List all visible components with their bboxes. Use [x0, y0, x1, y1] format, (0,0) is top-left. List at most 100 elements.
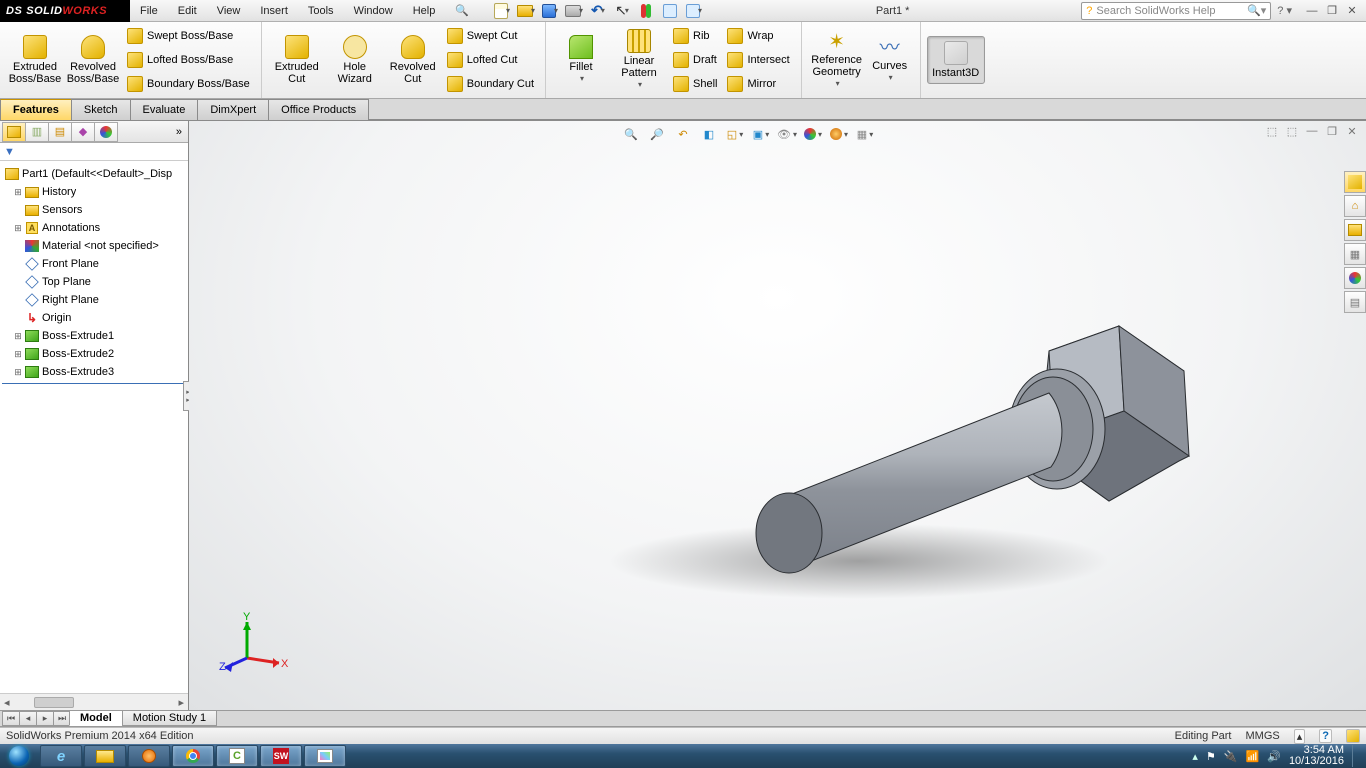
draft-button[interactable]: Draft — [668, 49, 722, 71]
taskbar-explorer-button[interactable] — [84, 745, 126, 767]
tree-front-plane[interactable]: Front Plane — [2, 255, 188, 273]
expand-icon[interactable]: ⊞ — [12, 349, 24, 360]
qat-rebuild-button[interactable] — [636, 2, 656, 20]
hud-zoom-area-button[interactable]: 🔎 — [646, 124, 668, 144]
tree-boss-extrude1[interactable]: ⊞Boss-Extrude1 — [2, 327, 188, 345]
tree-sensors[interactable]: Sensors — [2, 201, 188, 219]
hud-prev-view-button[interactable]: ↶ — [672, 124, 694, 144]
menu-tools[interactable]: Tools — [298, 0, 344, 22]
qat-print-button[interactable]: ▾ — [564, 2, 584, 20]
tray-show-hidden-icon[interactable]: ▴ — [1192, 750, 1198, 763]
qat-save-button[interactable]: ▾ — [540, 2, 560, 20]
taskpane-custom-props-tab[interactable]: ▤ — [1344, 291, 1366, 313]
intersect-button[interactable]: Intersect — [722, 49, 794, 71]
wrap-button[interactable]: Wrap — [722, 25, 794, 47]
status-customize-icon[interactable]: ▴ — [1294, 729, 1306, 744]
qat-options-button[interactable] — [660, 2, 680, 20]
revolved-boss-button[interactable]: Revolved Boss/Base — [64, 30, 122, 90]
taskbar-solidworks-button[interactable]: SW — [260, 745, 302, 767]
tray-network-icon[interactable]: 📶 — [1246, 750, 1260, 763]
menu-file[interactable]: File — [130, 0, 168, 22]
fm-tabs-more[interactable]: » — [170, 126, 188, 138]
taskpane-appearances-tab[interactable] — [1344, 267, 1366, 289]
tray-flag-icon[interactable]: ⚑ — [1206, 750, 1216, 763]
btab-model[interactable]: Model — [69, 710, 123, 726]
menu-view[interactable]: View — [207, 0, 251, 22]
tray-show-desktop-button[interactable] — [1352, 745, 1360, 767]
tab-evaluate[interactable]: Evaluate — [130, 99, 199, 120]
expand-icon[interactable]: ⊞ — [12, 223, 24, 234]
mirror-button[interactable]: Mirror — [722, 73, 794, 95]
tray-power-icon[interactable]: 🔌 — [1224, 750, 1238, 763]
hud-zoom-fit-button[interactable]: 🔍 — [620, 124, 642, 144]
swept-boss-button[interactable]: Swept Boss/Base — [122, 25, 255, 47]
taskpane-file-explorer-tab[interactable] — [1344, 219, 1366, 241]
tray-volume-icon[interactable]: 🔊 — [1267, 750, 1281, 763]
panel-hscrollbar[interactable]: ◂ ▸ — [0, 693, 188, 710]
tray-clock[interactable]: 3:54 AM 10/13/2016 — [1289, 745, 1344, 767]
tab-dimxpert[interactable]: DimXpert — [197, 99, 269, 120]
menu-help[interactable]: Help — [403, 0, 446, 22]
instant3d-button[interactable]: Instant3D — [927, 36, 985, 84]
fm-tab-dimxpertmanager[interactable]: ◆ — [71, 122, 95, 142]
qat-new-button[interactable]: ▾ — [492, 2, 512, 20]
qat-select-button[interactable]: ↖▾ — [612, 2, 632, 20]
feature-filter-bar[interactable]: ▼ — [0, 143, 188, 161]
hud-edit-appearance-button[interactable]: ▾ — [802, 124, 824, 144]
reference-geometry-button[interactable]: ✶ Reference Geometry▾ — [808, 25, 866, 95]
window-restore-button[interactable]: ❐ — [1324, 4, 1340, 18]
taskpane-resources-tab[interactable] — [1344, 171, 1366, 193]
hud-view-settings-button[interactable]: ▦▾ — [854, 124, 876, 144]
vp-next-button[interactable]: ⬚ — [1284, 124, 1300, 138]
vp-close-button[interactable]: ✕ — [1344, 124, 1360, 138]
tree-right-plane[interactable]: Right Plane — [2, 291, 188, 309]
expand-icon[interactable]: ⊞ — [12, 187, 24, 198]
btab-motion-study[interactable]: Motion Study 1 — [122, 710, 217, 726]
taskpane-view-palette-tab[interactable]: ▦ — [1344, 243, 1366, 265]
expand-icon[interactable]: ⊞ — [12, 367, 24, 378]
scroll-left-icon[interactable]: ◂ — [0, 696, 14, 709]
taskbar-ie-button[interactable]: e — [40, 745, 82, 767]
fm-tab-configmanager[interactable]: ▤ — [48, 122, 72, 142]
tree-origin[interactable]: ↳Origin — [2, 309, 188, 327]
qat-open-button[interactable]: ▾ — [516, 2, 536, 20]
hud-hide-show-button[interactable]: 👁▾ — [776, 124, 798, 144]
revolved-cut-button[interactable]: Revolved Cut — [384, 30, 442, 90]
tree-annotations[interactable]: ⊞AAnnotations — [2, 219, 188, 237]
boundary-boss-button[interactable]: Boundary Boss/Base — [122, 73, 255, 95]
taskbar-mediaplayer-button[interactable] — [128, 745, 170, 767]
fm-tab-featuretree[interactable] — [2, 122, 26, 142]
fm-tab-propertymanager[interactable]: ▥ — [25, 122, 49, 142]
tree-top-plane[interactable]: Top Plane — [2, 273, 188, 291]
tree-boss-extrude3[interactable]: ⊞Boss-Extrude3 — [2, 363, 188, 381]
boundary-cut-button[interactable]: Boundary Cut — [442, 73, 539, 95]
help-search-input[interactable]: ? Search SolidWorks Help 🔍▾ — [1081, 2, 1271, 20]
vp-minimize-button[interactable]: — — [1304, 124, 1320, 138]
status-help-icon[interactable]: ? — [1319, 729, 1332, 743]
fillet-button[interactable]: Fillet▾ — [552, 30, 610, 90]
menu-search-icon[interactable]: 🔍 — [445, 0, 479, 22]
swept-cut-button[interactable]: Swept Cut — [442, 25, 539, 47]
tab-features[interactable]: Features — [0, 99, 72, 120]
titlebar-help[interactable]: ? ▾ — [1277, 4, 1292, 17]
extruded-boss-button[interactable]: Extruded Boss/Base — [6, 30, 64, 90]
tree-history[interactable]: ⊞History — [2, 183, 188, 201]
curves-button[interactable]: 〰 Curves▾ — [866, 31, 914, 89]
rib-button[interactable]: Rib — [668, 25, 722, 47]
tree-material[interactable]: Material <not specified> — [2, 237, 188, 255]
lofted-cut-button[interactable]: Lofted Cut — [442, 49, 539, 71]
menu-insert[interactable]: Insert — [250, 0, 298, 22]
scroll-thumb[interactable] — [34, 697, 74, 708]
taskpane-design-library-tab[interactable]: ⌂ — [1344, 195, 1366, 217]
start-button[interactable] — [0, 744, 38, 768]
tab-office-products[interactable]: Office Products — [268, 99, 369, 120]
hole-wizard-button[interactable]: Hole Wizard — [326, 30, 384, 90]
shell-button[interactable]: Shell — [668, 73, 722, 95]
window-close-button[interactable]: ✕ — [1344, 4, 1360, 18]
scroll-right-icon[interactable]: ▸ — [174, 696, 188, 709]
status-units[interactable]: MMGS — [1246, 730, 1280, 742]
fm-tab-displaymanager[interactable] — [94, 122, 118, 142]
btab-first-button[interactable]: ⏮ — [2, 711, 20, 726]
taskbar-paint-button[interactable] — [304, 745, 346, 767]
hud-view-orientation-button[interactable]: ◱▾ — [724, 124, 746, 144]
